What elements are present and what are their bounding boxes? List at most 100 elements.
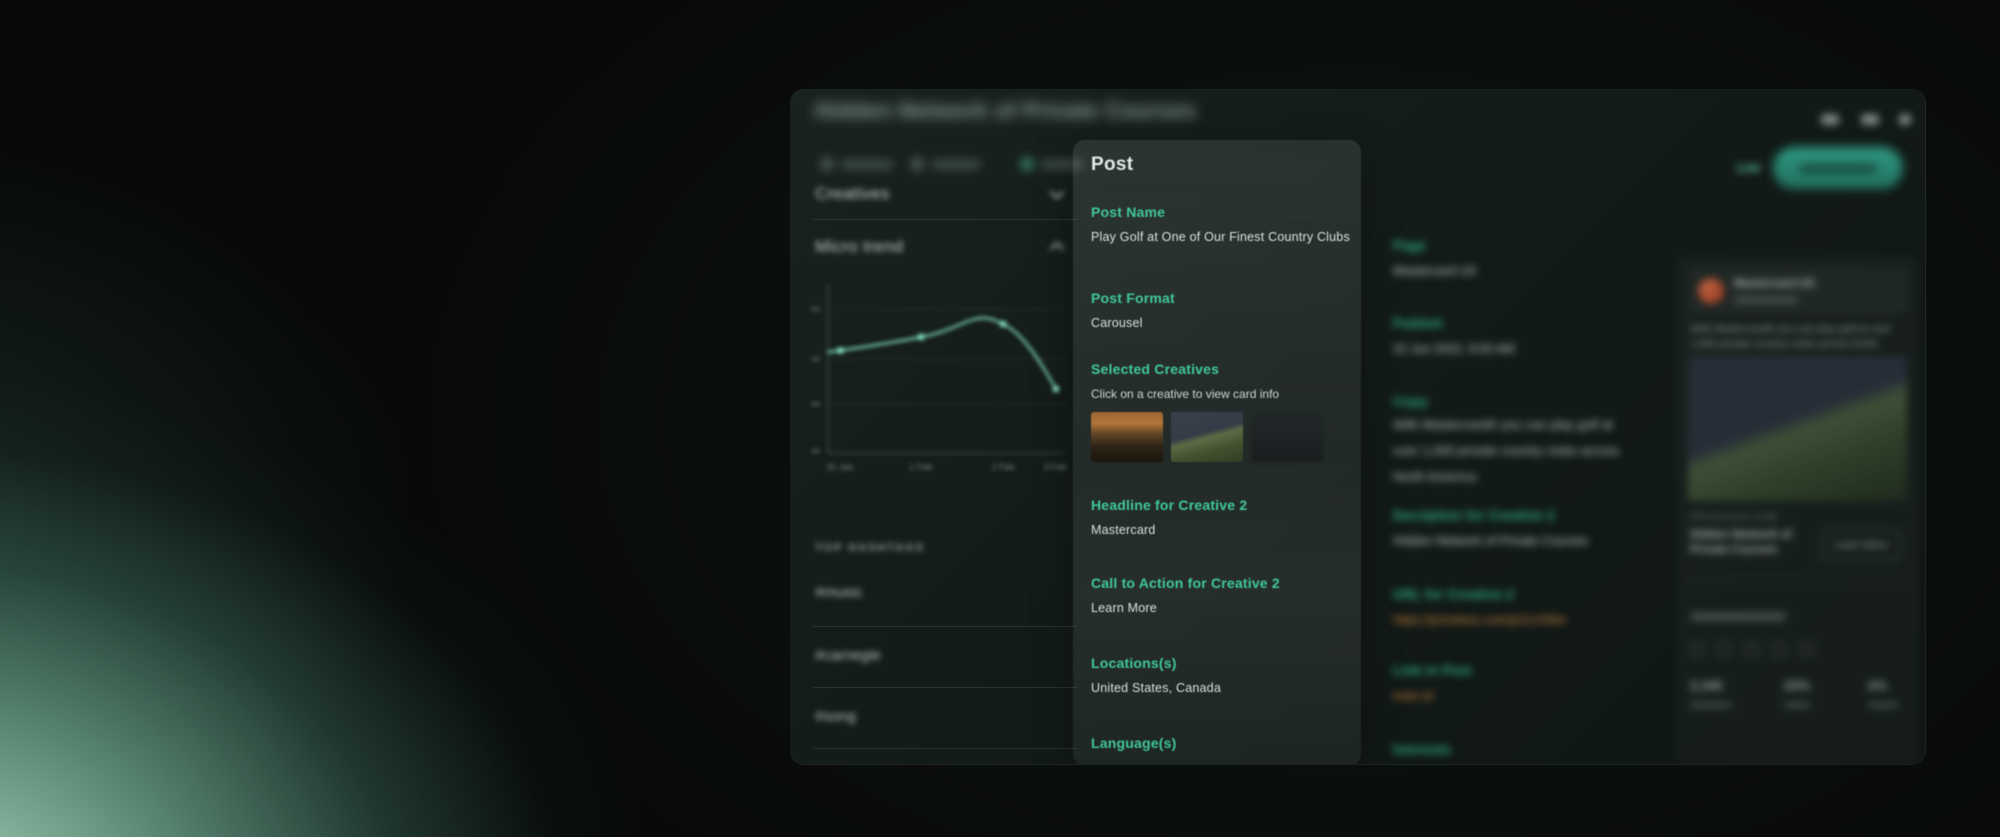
tab-2-icon	[911, 158, 923, 170]
stat-label-blob	[1784, 702, 1810, 708]
field-value-post-name: Play Golf at One of Our Finest Country C…	[1091, 230, 1350, 244]
hashtag-item-1[interactable]: #music	[815, 584, 863, 601]
tab-1-icon	[821, 158, 833, 170]
detail-value-description-creative-2: Hidden Network of Private Courses	[1393, 534, 1588, 548]
x-tick-label: 3 Feb	[1043, 462, 1066, 472]
engagement-icons-row	[1690, 642, 1823, 661]
list-view-toggle[interactable]: List	[1737, 160, 1760, 175]
stat-label-blob	[1868, 702, 1898, 708]
field-label-headline-creative-2: Headline for Creative 2	[1091, 497, 1247, 513]
post-details-column: Page Mastercard US Publish 22 Jun 2022, …	[1393, 90, 1653, 765]
y-tick-blob	[811, 449, 820, 453]
creatives-section-header[interactable]: Creatives	[815, 184, 890, 204]
field-value-post-format: Carousel	[1091, 316, 1143, 330]
url-creative-2-link[interactable]: https://priceless.com/p/1LV09m	[1393, 613, 1566, 627]
field-value-locations: United States, Canada	[1091, 681, 1221, 695]
page-avatar	[1698, 278, 1724, 304]
primary-action-label-blob	[1799, 164, 1877, 173]
detail-label-copy: Copy	[1393, 394, 1428, 409]
field-label-languages: Language(s)	[1091, 735, 1176, 751]
stat-label-blob	[1690, 702, 1732, 708]
chart-point-2	[918, 334, 924, 340]
post-modal: Post Post Name Play Golf at One of Our F…	[1073, 140, 1361, 765]
hashtag-item-3[interactable]: #song	[815, 708, 856, 725]
primary-action-button[interactable]	[1773, 147, 1903, 189]
field-label-post-name: Post Name	[1091, 204, 1165, 220]
creative-thumbnail-2[interactable]	[1171, 412, 1243, 462]
top-hashtags-title: TOP HASHTAGS	[815, 542, 925, 554]
link-in-post-link[interactable]: mstr.cd	[1393, 689, 1433, 703]
header-icon-2[interactable]	[1861, 114, 1879, 125]
divider	[1688, 578, 1907, 579]
more-icon[interactable]	[1800, 642, 1814, 656]
chart-point-1	[838, 348, 844, 354]
detail-value-publish: 22 Jun 2022, 9:00 AM	[1393, 342, 1515, 356]
like-icon[interactable]	[1690, 642, 1704, 656]
preview-link-domain: priceless.com	[1690, 512, 1777, 522]
header-icon-3[interactable]	[1899, 114, 1911, 125]
preview-page-header: Mastercard US	[1688, 268, 1907, 314]
preview-stat-2: 23%	[1784, 678, 1810, 693]
preview-sponsored-blob	[1734, 297, 1798, 303]
notifications-icon	[1861, 114, 1879, 125]
preview-stat-3: 2%	[1868, 678, 1887, 693]
creative-thumbnail-1[interactable]	[1091, 412, 1163, 462]
x-tick-label: 31 Jan	[826, 462, 853, 472]
creative-thumbnail-3[interactable]	[1251, 412, 1323, 462]
hashtag-item-2[interactable]: #carnegie	[815, 647, 881, 664]
chart-point-4	[1053, 386, 1059, 392]
field-value-cta-creative-2: Learn More	[1091, 601, 1157, 615]
main-card: Hidden Network of Private Courses List C…	[790, 89, 1926, 765]
divider	[813, 687, 1077, 688]
y-tick-blob	[811, 402, 820, 406]
detail-label-interests: Interests	[1393, 742, 1451, 757]
tab-filter-1[interactable]	[821, 158, 893, 170]
detail-label-publish: Publish	[1393, 316, 1443, 331]
field-label-selected-creatives: Selected Creatives	[1091, 361, 1219, 377]
screenshot-stage: Hidden Network of Private Courses List C…	[0, 0, 2000, 837]
comment-icon[interactable]	[1717, 642, 1731, 656]
x-tick-label: 2 Feb	[991, 462, 1014, 472]
learn-more-button[interactable]: Learn More	[1822, 530, 1900, 560]
field-label-post-format: Post Format	[1091, 290, 1175, 306]
preview-copy: With Mastercard® you can play golf at ov…	[1690, 322, 1902, 352]
field-value-headline-creative-2: Mastercard	[1091, 523, 1156, 537]
chevron-up-icon[interactable]	[1049, 241, 1065, 251]
y-tick-blob	[811, 307, 820, 311]
divider	[813, 748, 1077, 749]
detail-label-description-creative-2: Decription for Creative 2	[1393, 508, 1555, 523]
tab-1-label-blob	[841, 160, 893, 169]
save-icon[interactable]	[1772, 642, 1786, 656]
detail-value-copy: With Mastercard® you can play golf at ov…	[1393, 412, 1621, 490]
x-tick-label: 1 Feb	[909, 462, 932, 472]
tab-2-label-blob	[931, 160, 981, 169]
divider	[813, 626, 1077, 627]
detail-label-url-creative-2: URL for Creative 2	[1393, 587, 1514, 602]
preview-creative-image	[1688, 356, 1907, 501]
share-icon	[1821, 114, 1839, 125]
share-icon[interactable]	[1745, 642, 1759, 656]
detail-label-link-in-post: Link in Post	[1393, 663, 1472, 678]
preview-stat-1: 2,345	[1690, 678, 1723, 693]
preview-link-title: Hidden Network of Private Courses	[1690, 528, 1816, 558]
menu-icon	[1899, 114, 1911, 125]
trend-line	[828, 318, 1056, 389]
page-title: Hidden Network of Private Courses	[815, 98, 1196, 124]
divider	[813, 219, 1077, 220]
detail-label-page: Page	[1393, 238, 1426, 253]
micro-trend-section-header[interactable]: Micro trend	[815, 237, 903, 257]
field-label-locations: Locations(s)	[1091, 655, 1177, 671]
modal-title: Post	[1091, 154, 1133, 176]
field-label-cta-creative-2: Call to Action for Creative 2	[1091, 575, 1280, 591]
tab-3-icon	[1021, 158, 1033, 170]
preview-section-label-blob	[1690, 612, 1786, 621]
post-preview-panel: Mastercard US With Mastercard® you can p…	[1676, 256, 1919, 765]
chart-point-3	[1000, 321, 1006, 327]
y-tick-blob	[811, 357, 820, 361]
chevron-down-icon[interactable]	[1049, 190, 1065, 200]
selected-creatives-hint: Click on a creative to view card info	[1091, 387, 1279, 401]
preview-page-name: Mastercard US	[1734, 278, 1815, 290]
tab-filter-2[interactable]	[911, 158, 981, 170]
header-icon-1[interactable]	[1821, 114, 1839, 125]
detail-value-page: Mastercard US	[1393, 264, 1476, 278]
